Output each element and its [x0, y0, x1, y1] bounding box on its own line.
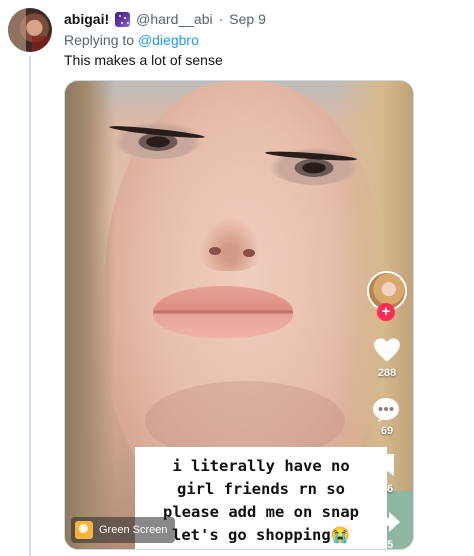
- avatar-bg-left: [8, 8, 26, 52]
- video-media[interactable]: + 288 69 26 65 i literally have no girl …: [64, 80, 414, 550]
- plus-icon[interactable]: +: [377, 303, 395, 321]
- green-screen-effect-tag[interactable]: Green Screen: [71, 517, 176, 543]
- caption-line: let's go shopping😭: [172, 526, 350, 544]
- comments-count: 69: [380, 425, 394, 437]
- replying-to: Replying to @diegbro: [64, 32, 199, 48]
- tweet-header: abigai! @hard__abi · Sep 9: [64, 10, 266, 28]
- thread-line: [29, 56, 31, 556]
- likes-count: 288: [377, 367, 397, 379]
- right-nostril: [243, 249, 255, 257]
- separator-dot: ·: [218, 11, 224, 27]
- comment-icon[interactable]: [372, 397, 400, 423]
- heart-icon[interactable]: [373, 337, 401, 363]
- avatar[interactable]: [8, 8, 52, 52]
- left-nostril: [209, 247, 221, 255]
- caption-line: please add me on snap: [163, 503, 359, 521]
- user-handle[interactable]: @hard__abi: [136, 11, 213, 27]
- nose: [195, 211, 265, 271]
- replying-mention-link[interactable]: @diegbro: [138, 32, 199, 48]
- hair-left: [65, 81, 115, 549]
- green-screen-icon: [75, 521, 93, 539]
- replying-prefix: Replying to: [64, 32, 135, 48]
- tweet-date[interactable]: Sep 9: [229, 11, 266, 27]
- display-name[interactable]: abigai!: [64, 11, 109, 27]
- galaxy-emoji-icon: [115, 11, 131, 27]
- caption-line: girl friends rn so: [177, 480, 345, 498]
- caption-line: i literally have no: [172, 457, 350, 475]
- effect-label: Green Screen: [99, 524, 168, 536]
- tweet-text: This makes a lot of sense: [64, 52, 223, 68]
- avatar-bg-right: [32, 36, 52, 52]
- lips: [153, 286, 293, 338]
